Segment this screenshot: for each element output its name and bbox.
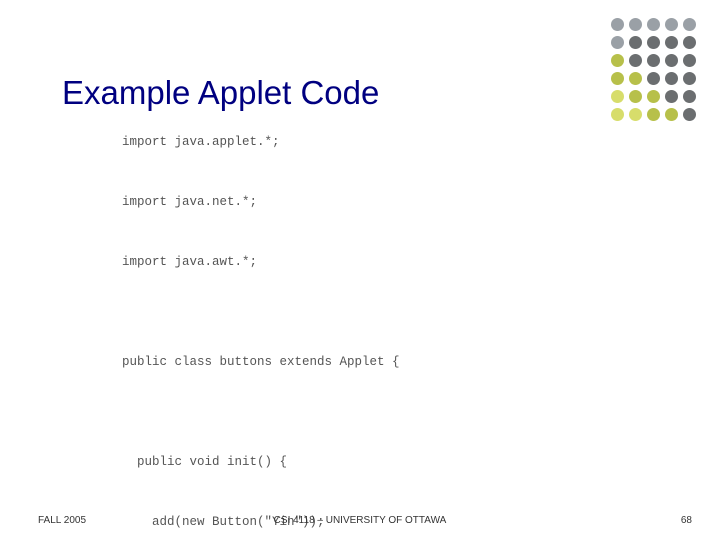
dot-icon bbox=[647, 36, 660, 49]
code-line: import java.applet.*; bbox=[122, 132, 542, 152]
dot-icon bbox=[629, 54, 642, 67]
dot-icon bbox=[629, 72, 642, 85]
dot-icon bbox=[647, 54, 660, 67]
dot-icon bbox=[611, 90, 624, 103]
dot-icon bbox=[647, 72, 660, 85]
dot-icon bbox=[683, 54, 696, 67]
dot-row bbox=[611, 108, 696, 121]
dot-icon bbox=[665, 72, 678, 85]
dot-icon bbox=[665, 90, 678, 103]
footer: FALL 2005 CSI 4118 – UNIVERSITY OF OTTAW… bbox=[0, 510, 720, 526]
dot-icon bbox=[683, 18, 696, 31]
footer-center: CSI 4118 – UNIVERSITY OF OTTAWA bbox=[0, 515, 720, 526]
dot-icon bbox=[683, 36, 696, 49]
dot-icon bbox=[665, 108, 678, 121]
code-line: import java.awt.*; bbox=[122, 252, 542, 272]
footer-page-number: 68 bbox=[681, 515, 692, 526]
dot-icon bbox=[665, 18, 678, 31]
dot-icon bbox=[647, 90, 660, 103]
dot-icon bbox=[665, 36, 678, 49]
dot-row bbox=[611, 90, 696, 103]
dot-icon bbox=[665, 54, 678, 67]
dot-icon bbox=[683, 72, 696, 85]
dot-icon bbox=[647, 108, 660, 121]
slide: Example Applet Code bbox=[0, 0, 720, 540]
dot-icon bbox=[611, 54, 624, 67]
dot-icon bbox=[611, 72, 624, 85]
dot-icon bbox=[629, 108, 642, 121]
dot-icon bbox=[611, 36, 624, 49]
dot-icon bbox=[629, 90, 642, 103]
dot-icon bbox=[611, 108, 624, 121]
code-line: public class buttons extends Applet { bbox=[122, 352, 542, 372]
dot-row bbox=[611, 72, 696, 85]
dot-icon bbox=[683, 90, 696, 103]
dot-icon bbox=[611, 18, 624, 31]
dot-icon bbox=[629, 36, 642, 49]
dot-icon bbox=[683, 108, 696, 121]
dot-icon bbox=[629, 18, 642, 31]
code-line: import java.net.*; bbox=[122, 192, 542, 212]
dot-icon bbox=[647, 18, 660, 31]
dot-row bbox=[611, 54, 696, 67]
code-line: public void init() { bbox=[122, 452, 542, 472]
code-block: import java.applet.*; import java.net.*;… bbox=[122, 92, 542, 540]
decorative-dot-grid bbox=[611, 18, 696, 126]
dot-row bbox=[611, 18, 696, 31]
dot-row bbox=[611, 36, 696, 49]
